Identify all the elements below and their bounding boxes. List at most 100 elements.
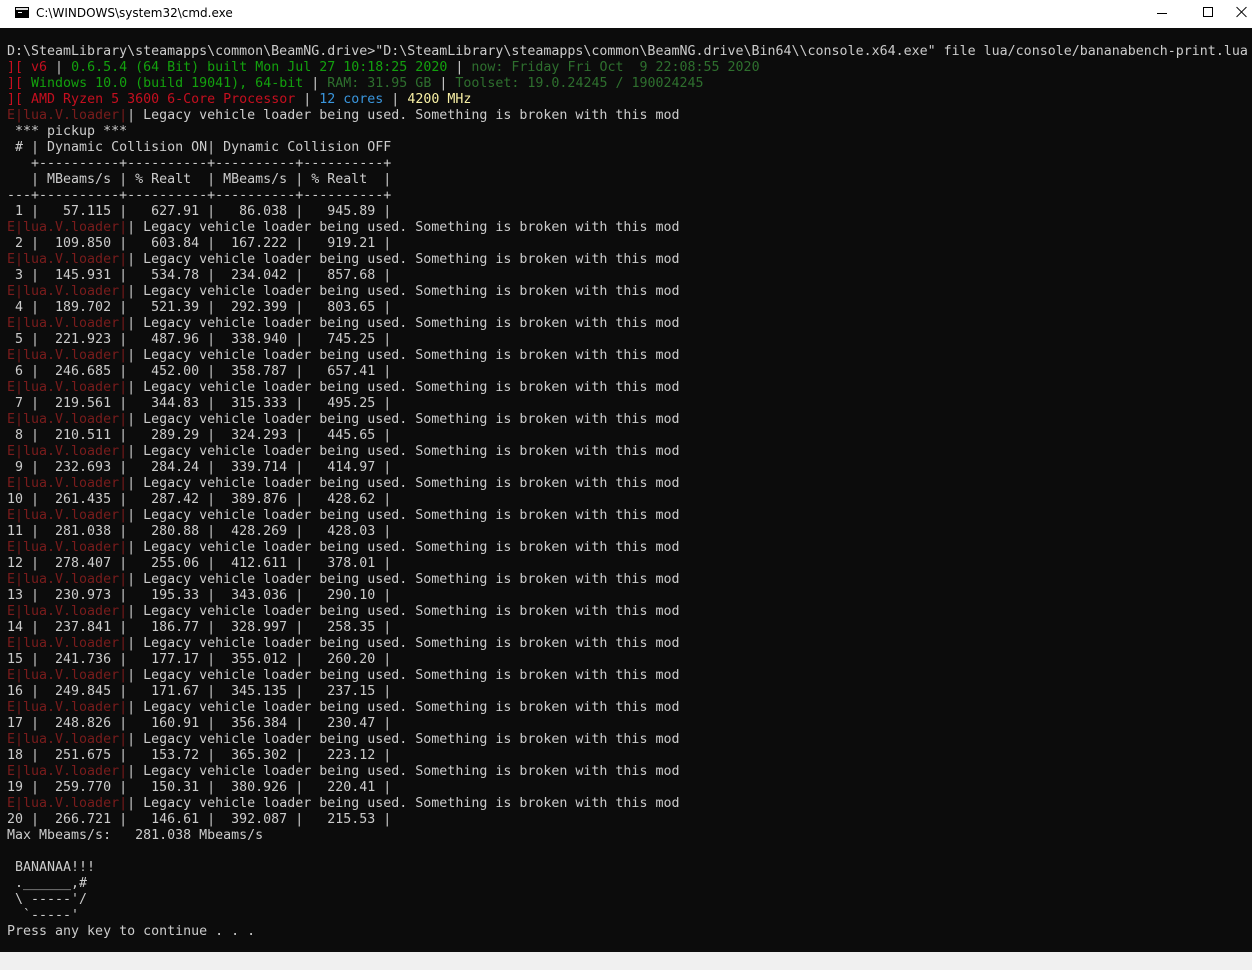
warning-message: | Legacy vehicle loader being used. Some… xyxy=(127,316,680,331)
info-separator: | xyxy=(295,92,320,107)
info-prefix: ][ xyxy=(7,60,32,75)
table-row: 3 | 145.931 | 534.78 | 234.042 | 857.68 … xyxy=(7,268,392,283)
table-row: 11 | 281.038 | 280.88 | 428.269 | 428.03… xyxy=(7,524,392,539)
warning-tag: E|lua.V.loader| xyxy=(7,220,128,235)
warning-line: E|lua.V.loader|| Legacy vehicle loader b… xyxy=(7,636,1248,652)
result-rows: 1 | 57.115 | 627.91 | 86.038 | 945.89 | E… xyxy=(7,204,1248,828)
table-row: 1 | 57.115 | 627.91 | 86.038 | 945.89 | xyxy=(7,204,392,219)
warning-line: E|lua.V.loader|| Legacy vehicle loader b… xyxy=(7,476,1248,492)
console-lines: D:\SteamLibrary\steamapps\common\BeamNG.… xyxy=(7,44,1248,940)
info-now: now: Friday Fri Oct 9 22:08:55 2020 xyxy=(471,60,760,75)
table-separator: +----------+----------+----------+------… xyxy=(7,156,392,171)
warning-message: | Legacy vehicle loader being used. Some… xyxy=(127,380,680,395)
warning-tag: E|lua.V.loader| xyxy=(7,284,128,299)
warning-tag: E|lua.V.loader| xyxy=(7,604,128,619)
table-row: 10 | 261.435 | 287.42 | 389.876 | 428.62… xyxy=(7,492,392,507)
table-row: 18 | 251.675 | 153.72 | 365.302 | 223.12… xyxy=(7,748,392,763)
warning-message: | Legacy vehicle loader being used. Some… xyxy=(127,220,680,235)
continue-prompt: Press any key to continue . . . xyxy=(7,924,256,939)
table-row: 6 | 246.685 | 452.00 | 358.787 | 657.41 … xyxy=(7,364,392,379)
warning-line: E|lua.V.loader|| Legacy vehicle loader b… xyxy=(7,604,1248,620)
warning-line: E|lua.V.loader|| Legacy vehicle loader b… xyxy=(7,284,1248,300)
banana-art-line: `-----' xyxy=(7,908,80,923)
info-mhz: 4200 MHz xyxy=(407,92,472,107)
warning-line: E|lua.V.loader|| Legacy vehicle loader b… xyxy=(7,540,1248,556)
warning-line: E|lua.V.loader|| Legacy vehicle loader b… xyxy=(7,508,1248,524)
max-mbeams-line: Max Mbeams/s: 281.038 Mbeams/s xyxy=(7,828,264,843)
warning-tag: E|lua.V.loader| xyxy=(7,572,128,587)
close-button[interactable] xyxy=(1230,0,1252,28)
info-line-cpu: ][ AMD Ryzen 5 3600 6-Core Processor | 1… xyxy=(7,92,1248,108)
minimize-button[interactable] xyxy=(1138,0,1184,28)
vehicle-header: *** pickup *** xyxy=(7,124,128,139)
close-icon xyxy=(1236,6,1248,18)
warning-line: E|lua.V.loader|| Legacy vehicle loader b… xyxy=(7,732,1248,748)
table-row: 14 | 237.841 | 186.77 | 328.997 | 258.35… xyxy=(7,620,392,635)
warning-message: | Legacy vehicle loader being used. Some… xyxy=(127,476,680,491)
warning-tag: E|lua.V.loader| xyxy=(7,348,128,363)
table-row: 19 | 259.770 | 150.31 | 380.926 | 220.41… xyxy=(7,780,392,795)
warning-tag: E|lua.V.loader| xyxy=(7,252,128,267)
cmd-window: C:\WINDOWS\system32\cmd.exe D:\SteamLibr… xyxy=(0,0,1252,970)
table-row: 7 | 219.561 | 344.83 | 315.333 | 495.25 … xyxy=(7,396,392,411)
console-scrollbar[interactable] xyxy=(1240,56,1252,952)
warning-line: E|lua.V.loader|| Legacy vehicle loader b… xyxy=(7,316,1248,332)
warning-message: | Legacy vehicle loader being used. Some… xyxy=(127,284,680,299)
warning-line: E|lua.V.loader|| Legacy vehicle loader b… xyxy=(7,572,1248,588)
warning-line: E|lua.V.loader|| Legacy vehicle loader b… xyxy=(7,252,1248,268)
table-header: # | Dynamic Collision ON| Dynamic Collis… xyxy=(7,140,392,155)
warning-message: | Legacy vehicle loader being used. Some… xyxy=(127,348,680,363)
info-ram: RAM: 31.95 GB xyxy=(327,76,432,91)
warning-tag: E|lua.V.loader| xyxy=(7,764,128,779)
warning-line: E|lua.V.loader|| Legacy vehicle loader b… xyxy=(7,348,1248,364)
table-row: 12 | 278.407 | 255.06 | 412.611 | 378.01… xyxy=(7,556,392,571)
warning-message: | Legacy vehicle loader being used. Some… xyxy=(127,540,680,555)
warning-message: | Legacy vehicle loader being used. Some… xyxy=(127,508,680,523)
warning-tag: E|lua.V.loader| xyxy=(7,796,128,811)
console-app-icon[interactable] xyxy=(15,7,29,18)
banana-art-line: BANANAA!!! xyxy=(7,860,96,875)
info-prefix: ][ xyxy=(7,92,32,107)
warning-tag: E|lua.V.loader| xyxy=(7,636,128,651)
warning-tag: E|lua.V.loader| xyxy=(7,444,128,459)
warning-line: E|lua.V.loader|| Legacy vehicle loader b… xyxy=(7,796,1248,812)
table-row: 16 | 249.845 | 171.67 | 345.135 | 237.15… xyxy=(7,684,392,699)
warning-message: | Legacy vehicle loader being used. Some… xyxy=(127,764,680,779)
warning-line: E|lua.V.loader|| Legacy vehicle loader b… xyxy=(7,764,1248,780)
warning-tag: E|lua.V.loader| xyxy=(7,540,128,555)
info-separator: | xyxy=(447,60,472,75)
info-separator: | xyxy=(303,76,328,91)
info-line-os: ][ Windows 10.0 (build 19041), 64-bit | … xyxy=(7,76,1248,92)
warning-line: E|lua.V.loader|| Legacy vehicle loader b… xyxy=(7,700,1248,716)
console-output[interactable]: D:\SteamLibrary\steamapps\common\BeamNG.… xyxy=(0,28,1252,952)
warning-line: E|lua.V.loader|| Legacy vehicle loader b… xyxy=(7,380,1248,396)
warning-tag: E|lua.V.loader| xyxy=(7,412,128,427)
warning-message: | Legacy vehicle loader being used. Some… xyxy=(127,796,680,811)
table-row: 17 | 248.826 | 160.91 | 356.384 | 230.47… xyxy=(7,716,392,731)
warning-line: E|lua.V.loader|| Legacy vehicle loader b… xyxy=(7,108,1248,124)
banana-art-line: \ -----'/ xyxy=(7,892,88,907)
maximize-icon xyxy=(1203,7,1213,17)
info-toolset: Toolset: 19.0.24245 / 190024245 xyxy=(455,76,704,91)
table-row: 13 | 230.973 | 195.33 | 343.036 | 290.10… xyxy=(7,588,392,603)
warning-message: | Legacy vehicle loader being used. Some… xyxy=(127,444,680,459)
title-bar[interactable]: C:\WINDOWS\system32\cmd.exe xyxy=(0,0,1252,28)
warning-tag: E|lua.V.loader| xyxy=(7,108,128,123)
window-title: C:\WINDOWS\system32\cmd.exe xyxy=(36,6,233,20)
info-separator: | xyxy=(47,60,72,75)
warning-message: | Legacy vehicle loader being used. Some… xyxy=(127,108,680,123)
warning-message: | Legacy vehicle loader being used. Some… xyxy=(127,636,680,651)
table-row: 8 | 210.511 | 289.29 | 324.293 | 445.65 … xyxy=(7,428,392,443)
table-row: 2 | 109.850 | 603.84 | 167.222 | 919.21 … xyxy=(7,236,392,251)
table-column-header: | MBeams/s | % Realt | MBeams/s | % Real… xyxy=(7,172,392,187)
warning-message: | Legacy vehicle loader being used. Some… xyxy=(127,412,680,427)
info-line-version: ][ v6 | 0.6.5.4 (64 Bit) built Mon Jul 2… xyxy=(7,60,1248,76)
table-row: 4 | 189.702 | 521.39 | 292.399 | 803.65 … xyxy=(7,300,392,315)
maximize-button[interactable] xyxy=(1184,0,1230,28)
warning-message: | Legacy vehicle loader being used. Some… xyxy=(127,572,680,587)
info-build: 0.6.5.4 (64 Bit) built Mon Jul 27 10:18:… xyxy=(71,60,448,75)
warning-tag: E|lua.V.loader| xyxy=(7,700,128,715)
info-os: Windows 10.0 (build 19041), 64-bit xyxy=(31,76,304,91)
info-separator: | xyxy=(383,92,408,107)
